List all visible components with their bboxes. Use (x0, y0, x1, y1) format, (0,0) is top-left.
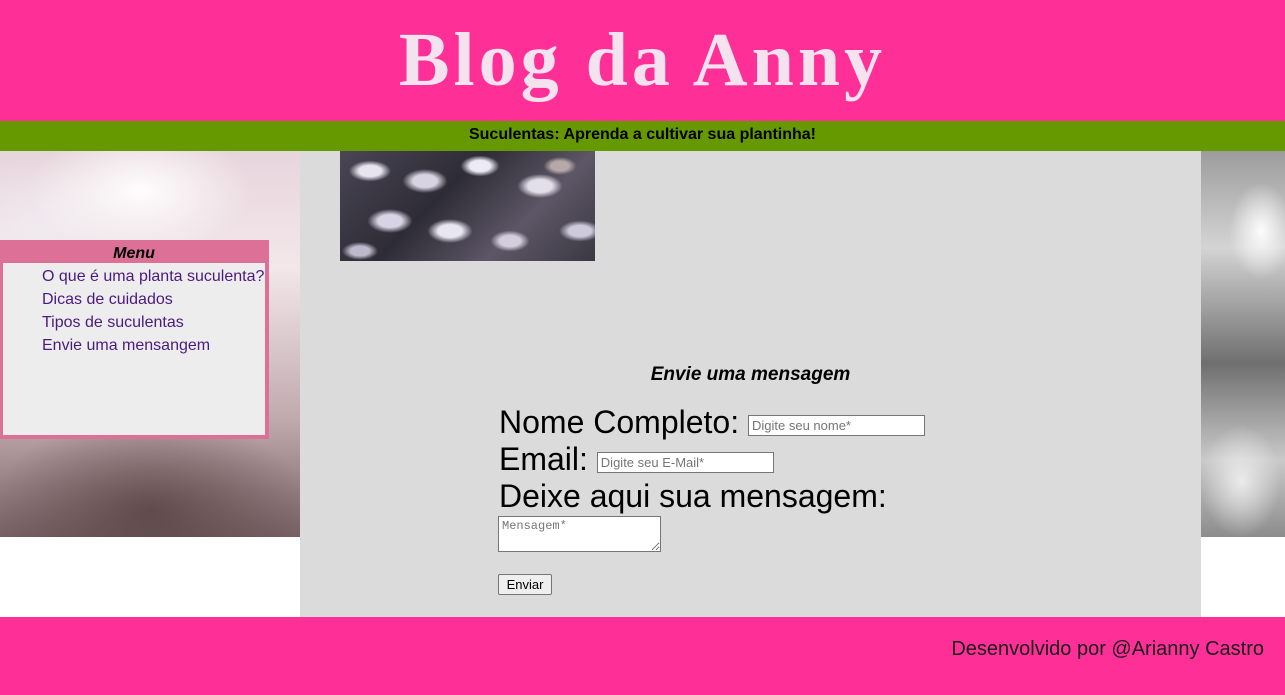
message-textarea[interactable] (498, 516, 661, 552)
menu-link-what-is-succulent[interactable]: O que é uma planta suculenta? (42, 265, 265, 288)
background-image-right (1201, 151, 1285, 537)
name-row: Nome Completo: (499, 404, 925, 441)
site-footer: Desenvolvido por @Arianny Castro (0, 617, 1285, 695)
site-header: Blog da Anny (0, 0, 1285, 121)
message-row: Deixe aqui sua mensagem: (499, 478, 887, 515)
menu-title: Menu (113, 245, 155, 262)
form-title: Envie uma mensagem (650, 364, 851, 385)
name-input[interactable] (747, 415, 925, 437)
menu-link-care-tips[interactable]: Dicas de cuidados (42, 288, 265, 311)
succulent-photo (340, 151, 595, 261)
email-input[interactable] (596, 452, 774, 474)
footer-credit: Desenvolvido por @Arianny Castro (951, 638, 1264, 660)
send-button[interactable]: Enviar (498, 574, 552, 595)
email-row: Email: (499, 441, 774, 478)
message-label: Deixe aqui sua mensagem: (499, 478, 887, 514)
subheader-bar: Suculentas: Aprenda a cultivar sua plant… (0, 121, 1285, 151)
subheader-text: Suculentas: Aprenda a cultivar sua plant… (468, 126, 817, 143)
site-title: Blog da Anny (398, 18, 887, 102)
name-label: Nome Completo: (499, 404, 740, 440)
menu-link-succulent-types[interactable]: Tipos de suculentas (42, 311, 265, 334)
menu-list: O que é uma planta suculenta? Dicas de c… (3, 263, 265, 435)
email-label: Email: (499, 441, 588, 477)
menu-link-send-message[interactable]: Envie uma mensangem (42, 334, 265, 357)
side-menu: Menu O que é uma planta suculenta? Dicas… (0, 240, 269, 439)
